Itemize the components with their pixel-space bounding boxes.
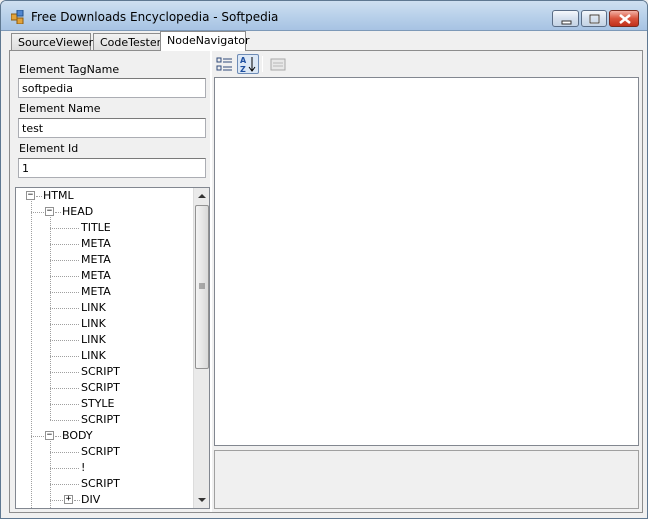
tree-node-label[interactable]: LINK (81, 316, 106, 332)
tree-connector (50, 404, 79, 405)
node-tree[interactable]: − HTML − HEAD TITLE META META META META LINK LINK L… (15, 187, 210, 509)
tree-connector (50, 441, 51, 508)
tree-collapse-icon[interactable]: − (45, 431, 54, 440)
tree-node-label[interactable]: SCRIPT (81, 364, 120, 380)
tree-vertical-scrollbar[interactable] (193, 188, 209, 508)
tree-connector (50, 420, 79, 421)
tree-node-label[interactable]: SCRIPT (81, 444, 120, 460)
tree-node-label[interactable]: LINK (81, 348, 106, 364)
property-description-pane (214, 450, 639, 509)
tree-connector (50, 292, 79, 293)
toolbar-separator (262, 56, 263, 72)
tree-node-label[interactable]: SCRIPT (81, 476, 120, 492)
property-pages-icon (270, 58, 286, 71)
scroll-thumb[interactable] (195, 205, 209, 369)
tree-expand-icon[interactable]: + (64, 495, 73, 504)
tree-connector (50, 372, 79, 373)
tree-node-label[interactable]: META (81, 236, 111, 252)
tree-connector (50, 228, 79, 229)
tab-codetester[interactable]: CodeTester (93, 33, 161, 51)
close-button[interactable] (609, 10, 639, 27)
tree-connector (50, 308, 79, 309)
alphabetical-button[interactable]: A Z (237, 54, 259, 74)
tree-node-label[interactable]: DIV (81, 492, 100, 508)
property-pages-button[interactable] (267, 54, 289, 74)
scroll-up-icon[interactable] (194, 188, 210, 204)
title-bar[interactable]: Free Downloads Encyclopedia - Softpedia (1, 1, 647, 31)
name-label: Element Name (19, 102, 101, 115)
tree-connector (50, 356, 79, 357)
minimize-icon (561, 20, 572, 25)
grip-icon (199, 283, 205, 289)
minimize-button[interactable] (552, 10, 579, 27)
maximize-icon (589, 14, 600, 24)
tree-node-label[interactable]: HTML (43, 188, 74, 204)
scroll-down-icon[interactable] (194, 492, 210, 508)
property-panel: A Z (212, 51, 642, 512)
categorized-button[interactable] (214, 54, 236, 74)
tree-connector (74, 500, 80, 501)
window-title: Free Downloads Encyclopedia - Softpedia (31, 10, 279, 24)
tree-node-label[interactable]: META (81, 284, 111, 300)
alphabetical-icon: A Z (240, 56, 256, 74)
tree-node-label[interactable]: LINK (81, 300, 106, 316)
property-toolbar: A Z (212, 53, 642, 75)
svg-text:Z: Z (240, 65, 246, 73)
tree-connector (50, 217, 51, 420)
tab-nodenavigator[interactable]: NodeNavigator (160, 31, 250, 51)
element-details-panel: Element TagName softpedia Element Name t… (10, 51, 210, 512)
tagname-label: Element TagName (19, 63, 120, 76)
tree-connector (50, 324, 79, 325)
tree-connector (50, 260, 79, 261)
tree-node-label[interactable]: ! (81, 460, 85, 476)
tree-connector (50, 388, 79, 389)
tree-connector (36, 196, 42, 197)
categorized-icon (216, 57, 232, 71)
tree-node-label[interactable]: SCRIPT (81, 412, 120, 428)
app-window: Free Downloads Encyclopedia - Softpedia … (0, 0, 648, 519)
tree-connector (31, 201, 32, 508)
name-field[interactable]: test (18, 118, 206, 138)
tree-connector (50, 468, 79, 469)
maximize-button[interactable] (581, 10, 607, 27)
tree-connector (31, 436, 46, 437)
tree-connector (50, 276, 79, 277)
node-tree-canvas: − HTML − HEAD TITLE META META META META LINK LINK L… (16, 188, 194, 508)
tree-node-label[interactable]: SCRIPT (81, 380, 120, 396)
id-field[interactable]: 1 (18, 158, 206, 178)
app-icon (11, 10, 24, 24)
tree-node-label[interactable]: META (81, 268, 111, 284)
tree-collapse-icon[interactable]: − (45, 207, 54, 216)
tab-sourceviewer[interactable]: SourceViewer (11, 33, 93, 51)
tree-connector (55, 212, 61, 213)
tagname-field[interactable]: softpedia (18, 78, 206, 98)
tree-collapse-icon[interactable]: − (26, 191, 35, 200)
tree-connector (50, 500, 65, 501)
tree-node-label[interactable]: LINK (81, 332, 106, 348)
tree-node-label[interactable]: TITLE (81, 220, 111, 236)
tree-connector (50, 340, 79, 341)
tree-connector (31, 212, 46, 213)
tree-node-label[interactable]: STYLE (81, 396, 115, 412)
tree-connector (50, 244, 79, 245)
svg-text:A: A (240, 56, 247, 65)
close-icon (619, 14, 631, 24)
client-area: SourceViewer CodeTester NodeNavigator El… (5, 31, 645, 516)
property-grid[interactable] (214, 77, 639, 446)
tree-node-label[interactable]: BODY (62, 428, 93, 444)
tree-connector (50, 484, 79, 485)
nodenavigator-page: Element TagName softpedia Element Name t… (9, 50, 643, 513)
id-label: Element Id (19, 142, 79, 155)
tree-connector (55, 436, 61, 437)
tree-node-label[interactable]: META (81, 252, 111, 268)
tree-node-label[interactable]: HEAD (62, 204, 93, 220)
tree-connector (50, 452, 79, 453)
